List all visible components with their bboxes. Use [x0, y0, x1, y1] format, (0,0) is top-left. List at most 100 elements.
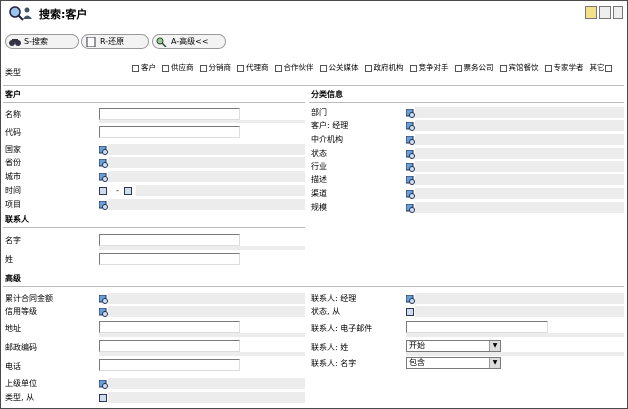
- code-input[interactable]: [99, 126, 240, 138]
- type-from-label: 类型, 从: [5, 393, 35, 402]
- row-fill: [108, 157, 305, 168]
- postal-label: 邮政编码: [5, 343, 37, 352]
- first-name-label: 名字: [5, 236, 21, 245]
- type-option[interactable]: 分销商: [199, 63, 231, 72]
- divider: [309, 102, 624, 103]
- search-button-label: S-搜索: [24, 37, 48, 46]
- title-bar: 搜索:客户: [1, 1, 627, 25]
- type-option[interactable]: 专家学者: [544, 63, 584, 72]
- row-fill: [99, 352, 305, 356]
- lookup-icon[interactable]: [406, 136, 415, 145]
- type-option[interactable]: 公关媒体: [319, 63, 359, 72]
- contact-first-select[interactable]: 包含 ▼: [406, 357, 501, 369]
- type-option-label: 宾馆餐饮: [508, 63, 539, 72]
- type-checkbox[interactable]: [274, 64, 282, 72]
- last-name-input[interactable]: [99, 253, 240, 265]
- category-scale-label: 规模: [311, 203, 327, 212]
- row-fill: [99, 120, 305, 123]
- contact-last-select[interactable]: 开始 ▼: [406, 340, 501, 352]
- lookup-icon[interactable]: [99, 295, 108, 304]
- row-fill: [136, 185, 305, 196]
- advanced-button[interactable]: A-高级<<: [152, 34, 226, 49]
- name-input[interactable]: [99, 108, 240, 120]
- row-fill: [108, 171, 305, 182]
- type-option[interactable]: 供应商: [162, 63, 194, 72]
- type-option[interactable]: 票务公司: [454, 63, 494, 72]
- phone-input[interactable]: [99, 359, 240, 371]
- search-magnifier-logo: [9, 6, 32, 21]
- type-option[interactable]: 政府机构: [364, 63, 404, 72]
- credit-label: 信用等级: [5, 307, 37, 316]
- types-label: 类型: [5, 68, 21, 77]
- row-fill: [415, 148, 624, 159]
- row-fill: [415, 188, 624, 199]
- section-advanced: 高级: [5, 274, 21, 283]
- address-input[interactable]: [99, 321, 240, 333]
- project-label: 项目: [5, 200, 21, 209]
- calendar-icon[interactable]: [99, 394, 107, 402]
- type-option[interactable]: 竞争对手: [409, 63, 449, 72]
- contact-manager-label: 联系人: 经理: [311, 294, 357, 303]
- type-checkbox[interactable]: [132, 64, 139, 72]
- divider: [3, 102, 305, 103]
- divider: [3, 85, 624, 86]
- type-option[interactable]: 其它: [590, 63, 614, 72]
- type-checkbox[interactable]: [499, 64, 507, 72]
- type-option-label: 公关媒体: [328, 63, 359, 72]
- button-bar: S-搜索 R-还原 A-高级<<: [1, 32, 627, 52]
- calendar-icon[interactable]: [406, 308, 414, 316]
- city-label: 城市: [5, 172, 21, 181]
- row-fill: [415, 202, 624, 213]
- type-checkbox[interactable]: [454, 64, 462, 72]
- lookup-icon[interactable]: [406, 190, 415, 199]
- type-checkbox[interactable]: [409, 64, 417, 72]
- lookup-icon[interactable]: [99, 146, 108, 155]
- lookup-icon[interactable]: [99, 201, 108, 210]
- lookup-icon[interactable]: [99, 380, 108, 389]
- types-checkbox-group: 客户 供应商 分销商 代理商 合作伙伴 公关媒体 政府机构 竞争对手 票务公司 宾馆餐饮 专家学者其…: [132, 63, 624, 73]
- postal-input[interactable]: [99, 340, 240, 352]
- lookup-icon[interactable]: [99, 159, 108, 168]
- calendar-icon[interactable]: [124, 187, 132, 195]
- lookup-icon[interactable]: [406, 204, 415, 213]
- print-icon[interactable]: [599, 6, 611, 19]
- lookup-icon[interactable]: [99, 308, 108, 317]
- folder-icon[interactable]: [585, 6, 597, 19]
- contact-email-input[interactable]: [406, 321, 548, 333]
- first-name-input[interactable]: [99, 234, 240, 246]
- row-fill: [415, 134, 624, 145]
- type-checkbox[interactable]: [604, 64, 612, 72]
- type-option[interactable]: 宾馆餐饮: [499, 63, 539, 72]
- lookup-icon[interactable]: [406, 176, 415, 185]
- lookup-icon[interactable]: [406, 163, 415, 172]
- type-option-label: 专家学者: [553, 63, 584, 72]
- back-icon[interactable]: [613, 6, 623, 19]
- country-label: 国家: [5, 145, 21, 154]
- contact-last-select-value: 开始: [409, 341, 425, 350]
- parent-label: 上级单位: [5, 379, 37, 388]
- calendar-icon[interactable]: [99, 187, 107, 195]
- type-checkbox[interactable]: [237, 64, 244, 72]
- row-fill: [415, 120, 624, 131]
- lookup-icon[interactable]: [406, 109, 415, 118]
- lookup-icon[interactable]: [406, 150, 415, 159]
- category-desc-label: 描述: [311, 175, 327, 184]
- type-option[interactable]: 合作伙伴: [274, 63, 314, 72]
- reset-button[interactable]: R-还原: [81, 34, 149, 49]
- type-checkbox[interactable]: [162, 64, 169, 72]
- type-checkbox[interactable]: [364, 64, 372, 72]
- type-option[interactable]: 客户: [132, 63, 156, 72]
- row-fill: [108, 378, 305, 389]
- type-checkbox[interactable]: [199, 64, 207, 72]
- page-title: 搜索:客户: [39, 8, 88, 21]
- row-fill: [415, 306, 624, 317]
- type-checkbox[interactable]: [319, 64, 327, 72]
- search-button[interactable]: S-搜索: [5, 34, 79, 49]
- type-option[interactable]: 代理商: [237, 63, 269, 72]
- lookup-icon[interactable]: [406, 295, 415, 304]
- lookup-icon[interactable]: [406, 122, 415, 131]
- section-contact: 联系人: [5, 215, 29, 224]
- lookup-icon[interactable]: [99, 173, 108, 182]
- type-checkbox[interactable]: [544, 64, 552, 72]
- reset-button-label: R-还原: [100, 37, 125, 46]
